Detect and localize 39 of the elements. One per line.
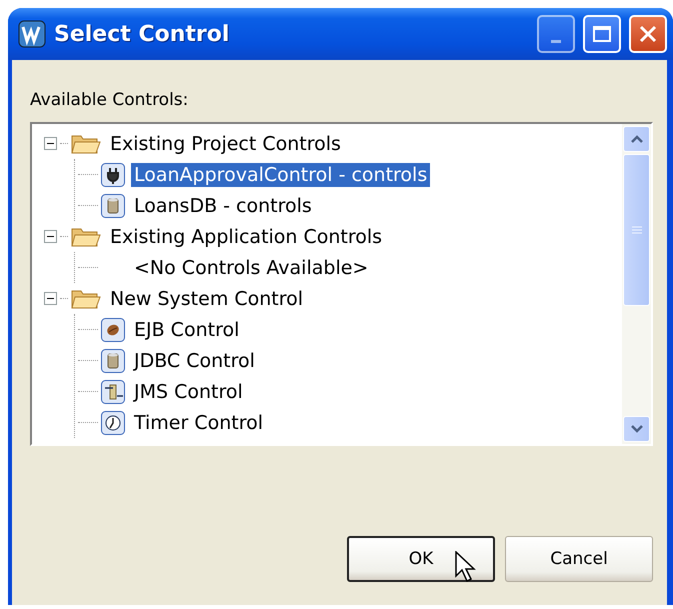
empty-message: <No Controls Available>	[133, 256, 370, 280]
tree-item[interactable]: EJB Control	[131, 318, 242, 342]
scroll-thumb[interactable]	[623, 154, 650, 306]
window-title: Select Control	[54, 22, 230, 46]
tree-item[interactable]: JMS Control	[131, 380, 246, 404]
close-icon	[638, 24, 658, 44]
collapse-toggle[interactable]	[44, 230, 57, 243]
tree-label: Available Controls:	[30, 90, 190, 110]
tree-item[interactable]: LoanApprovalControl - controls	[131, 162, 430, 186]
tree-node[interactable]: Existing Project Controls	[107, 132, 344, 156]
timer-icon	[101, 410, 125, 434]
folder-icon	[71, 132, 101, 154]
maximize-icon	[592, 25, 612, 43]
tree-node[interactable]: New System Control	[107, 286, 306, 310]
tree-node[interactable]: Existing Application Controls	[107, 224, 386, 248]
scrollbar[interactable]	[622, 124, 651, 444]
plug-icon	[101, 162, 125, 186]
dialog-button[interactable]: Cancel	[505, 536, 653, 582]
tree-item[interactable]: LoansDB - controls	[131, 194, 315, 218]
bean-icon	[101, 318, 125, 342]
database-icon	[101, 194, 125, 218]
tree-item[interactable]: Timer Control	[131, 410, 266, 434]
folder-icon	[71, 288, 101, 310]
collapse-toggle[interactable]	[44, 292, 57, 305]
dialog-button[interactable]: OK	[347, 536, 495, 582]
grip-icon	[632, 226, 642, 234]
minimize-button[interactable]	[537, 15, 575, 53]
collapse-toggle[interactable]	[44, 137, 57, 150]
close-button[interactable]	[629, 15, 667, 53]
tree-item[interactable]: JDBC Control	[131, 348, 258, 372]
minimize-icon	[551, 40, 561, 42]
maximize-button[interactable]	[583, 15, 621, 53]
folder-icon	[71, 226, 101, 248]
mouse-pointer-icon	[455, 551, 477, 585]
queue-icon	[101, 380, 125, 404]
scroll-up-button[interactable]	[623, 126, 650, 152]
scroll-down-button[interactable]	[623, 416, 650, 442]
database-icon	[101, 348, 125, 372]
app-logo-icon	[18, 20, 46, 48]
